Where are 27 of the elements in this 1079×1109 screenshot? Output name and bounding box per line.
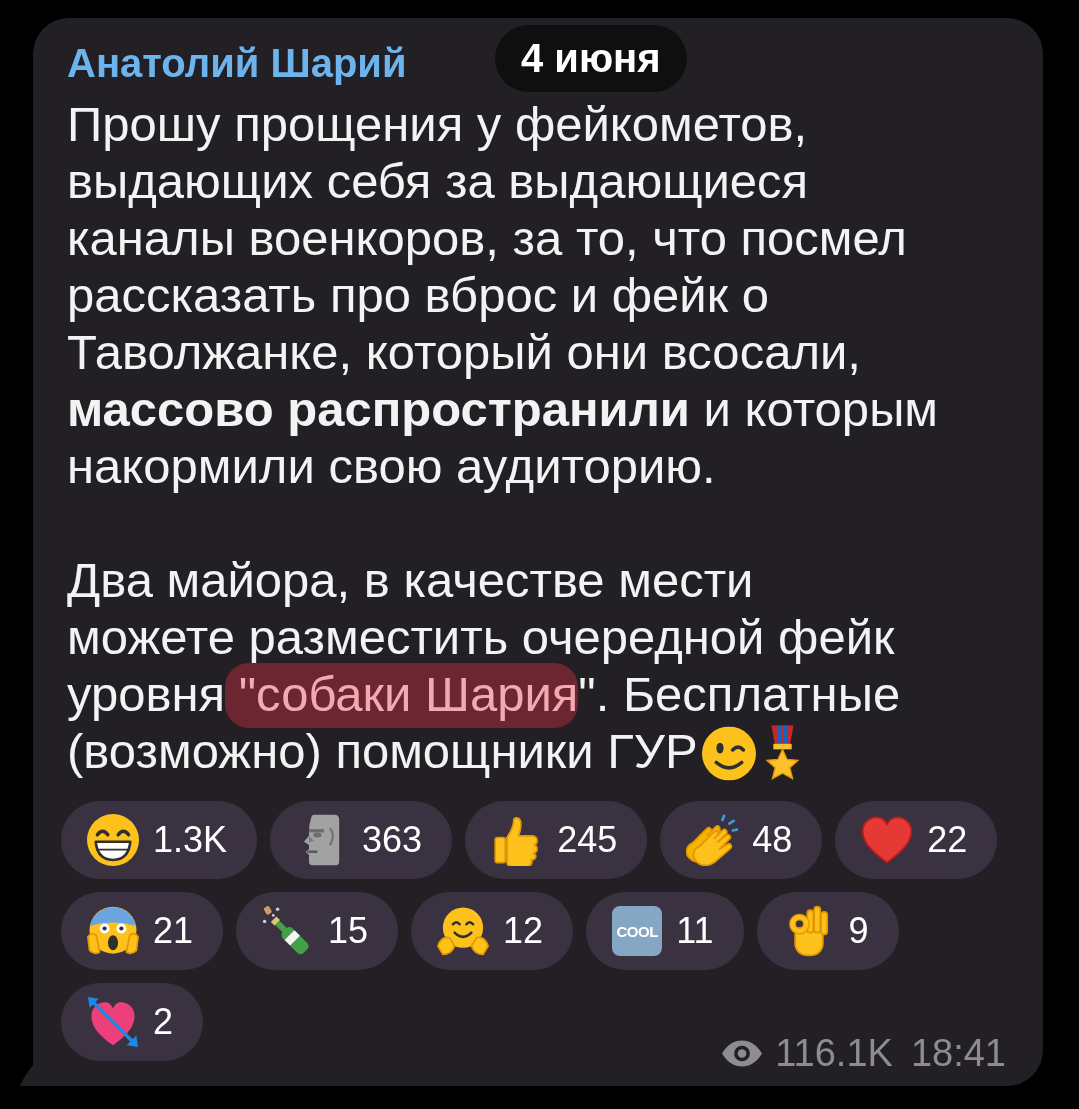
reaction-button[interactable]: 363	[270, 801, 453, 879]
message-time: 18:41	[910, 1032, 1006, 1074]
reaction-button[interactable]: 22	[835, 801, 998, 879]
cool-icon: COOL	[612, 906, 663, 956]
date-badge: 4 июня	[495, 25, 687, 92]
medal-icon	[765, 724, 799, 782]
view-count: 116.1K	[775, 1032, 893, 1074]
reaction-button[interactable]: 12	[411, 892, 574, 970]
winking-face-icon	[701, 726, 756, 780]
grinning-face-icon	[87, 814, 139, 866]
reaction-button[interactable]: 9	[756, 892, 899, 970]
reaction-button[interactable]: COOL 11	[586, 892, 744, 970]
reaction-button[interactable]: 2	[61, 983, 204, 1061]
heart-with-arrow-icon	[87, 996, 139, 1048]
hugging-face-icon	[437, 905, 490, 957]
reaction-button[interactable]: 1.3K	[61, 801, 258, 879]
reaction-button[interactable]: 15	[236, 892, 399, 970]
message-text: Прошу прощения у фейкометов, выдающих себя за выдающиеся каналы военкоров, за то, что посмел рассказать про вброс и фейк о Таволжанке, который они всосали, массово распространили и которым накормили свою аудиторию.	[67, 96, 939, 495]
clapping-hands-icon	[686, 814, 739, 866]
reaction-button[interactable]: 21	[61, 892, 224, 970]
screaming-face-icon	[87, 905, 139, 957]
reaction-button[interactable]: 48	[660, 801, 823, 879]
message-text: Два майора, в качестве мести можете разместить очередной фейк уровня "собаки Шария". Бесплатные (возможно) помощники ГУР	[67, 552, 901, 780]
eye-icon	[722, 1039, 763, 1067]
heart-icon	[861, 814, 914, 866]
sender-name[interactable]: Анатолий Шарий	[67, 38, 407, 88]
reaction-button[interactable]: 245	[465, 801, 648, 879]
